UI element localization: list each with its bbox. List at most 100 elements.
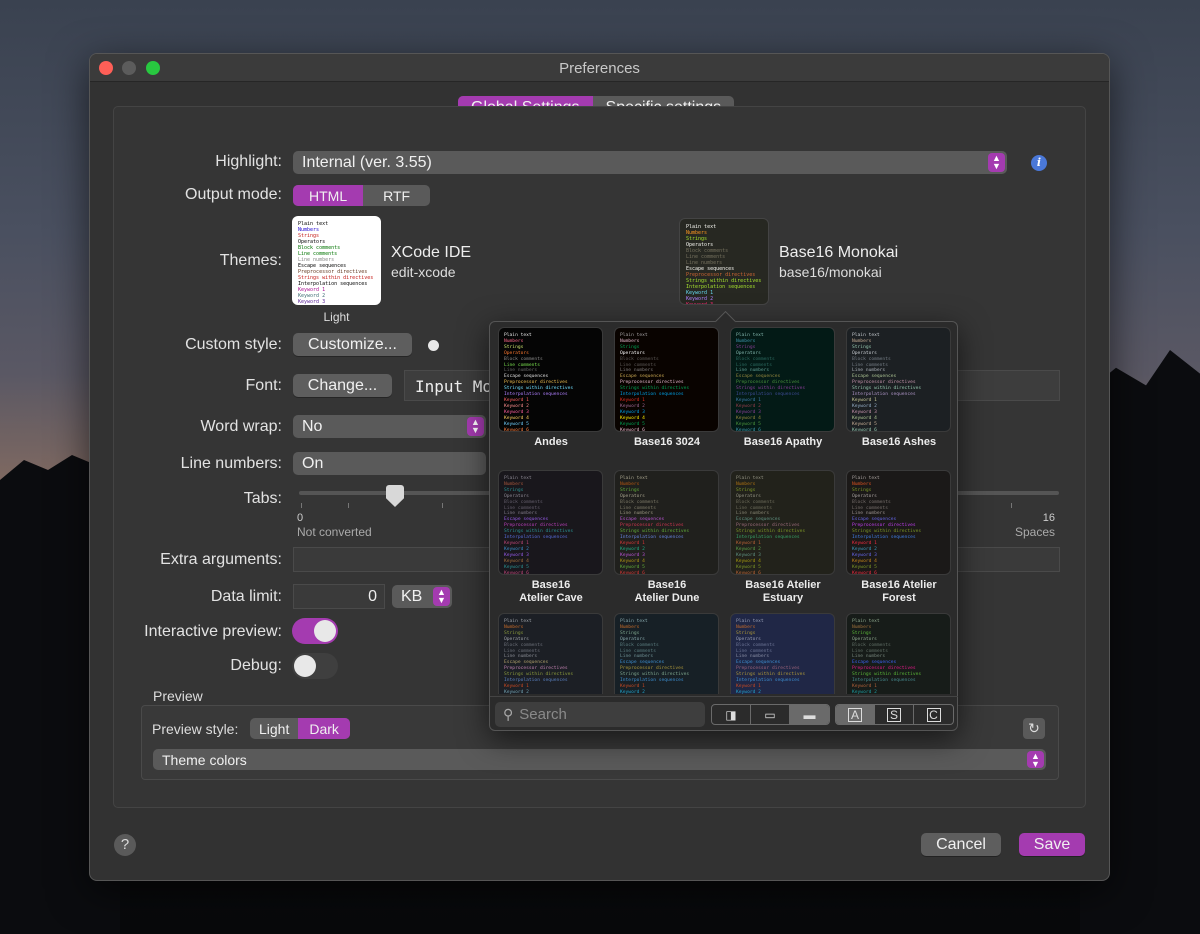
dark-theme-id: base16/monokai	[779, 264, 882, 280]
theme-gallery-thumbnail[interactable]: Plain text Numbers Strings Operators Block c…	[730, 327, 835, 432]
theme-gallery-popover: Plain text Numbers Strings Operators Block c…	[489, 321, 958, 731]
data-limit-unit-popup[interactable]: KB ▲ ▼	[392, 585, 452, 608]
popup-chevrons-icon: ▲ ▼	[467, 417, 484, 436]
theme-sample-line: Keyword 6	[852, 427, 877, 432]
data-limit-unit: KB	[401, 587, 423, 605]
interactive-preview-toggle[interactable]	[292, 618, 338, 644]
popup-chevrons-icon: ▲ ▼	[433, 587, 450, 606]
popup-chevrons-icon: ▲ ▼	[988, 153, 1005, 172]
tabs-max-value: 16	[1042, 512, 1055, 524]
preview-section-title: Preview	[153, 688, 203, 704]
data-limit-label: Data limit:	[210, 588, 282, 605]
filter-custom-icon[interactable]: C	[914, 705, 953, 724]
window-title: Preferences	[559, 60, 640, 77]
light-theme-id: edit-xcode	[391, 264, 456, 280]
output-mode-control: HTML RTF	[293, 185, 431, 206]
preview-style-label: Preview style:	[152, 721, 239, 737]
preview-style-dark[interactable]: Dark	[298, 718, 350, 739]
theme-sample-line: Keyword 6	[620, 570, 645, 575]
theme-gallery-thumbnail[interactable]: Plain text Numbers Strings Operators Block c…	[498, 613, 603, 694]
refresh-icon[interactable]: ↻	[1023, 718, 1045, 739]
change-font-button[interactable]: Change...	[293, 374, 392, 397]
slider-tick	[1011, 503, 1012, 508]
extra-arguments-label: Extra arguments:	[160, 551, 282, 568]
theme-gallery-thumbnail[interactable]: Plain text Numbers Strings Operators Block c…	[846, 470, 951, 575]
theme-sample-line: Keyword 2	[852, 689, 877, 694]
theme-gallery-name: Base16 Atelier Estuary	[745, 579, 821, 604]
custom-style-indicator	[428, 340, 439, 351]
info-icon[interactable]: i	[1031, 155, 1047, 171]
slider-tick	[301, 503, 302, 508]
theme-gallery-name: Base16 Atelier Dune	[634, 579, 700, 604]
theme-gallery-thumbnail[interactable]: Plain text Numbers Strings Operators Block c…	[614, 470, 719, 575]
theme-gallery-name: Base16 Apathy	[743, 436, 823, 448]
theme-filter-appearance: ◨ ▭ ▬	[711, 704, 830, 725]
preview-style-control: Light Dark	[250, 718, 350, 739]
theme-gallery-name: Base16 Atelier Forest	[861, 579, 937, 604]
filter-all-appearance-icon[interactable]: ◨	[712, 705, 751, 724]
theme-sample-line: Keyword 2	[736, 689, 761, 694]
theme-search-field[interactable]: ⚲ Search	[495, 702, 705, 727]
light-theme-caption: Light	[323, 310, 350, 324]
theme-gallery-thumbnail[interactable]: Plain text Numbers Strings Operators Block c…	[498, 327, 603, 432]
output-mode-rtf[interactable]: RTF	[363, 185, 430, 206]
cancel-button[interactable]: Cancel	[921, 833, 1001, 856]
search-icon: ⚲	[503, 706, 514, 722]
help-button[interactable]: ?	[114, 834, 136, 856]
slider-tick	[348, 503, 349, 508]
light-theme-name: XCode IDE	[391, 244, 472, 261]
filter-light-icon[interactable]: ▭	[751, 705, 790, 724]
theme-sample-line: Keyword 6	[852, 570, 877, 575]
theme-search-placeholder: Search	[519, 706, 567, 723]
theme-sample-line: Keyword 6	[620, 427, 645, 432]
theme-gallery-thumbnail[interactable]: Plain text Numbers Strings Operators Block c…	[614, 327, 719, 432]
toggle-knob	[314, 620, 336, 642]
theme-gallery-grid: Plain text Numbers Strings Operators Block c…	[490, 322, 958, 694]
theme-gallery-thumbnail[interactable]: Plain text Numbers Strings Operators Block c…	[498, 470, 603, 575]
output-mode-label: Output mode:	[185, 186, 282, 203]
preview-colors-popup[interactable]: Theme colors ▲ ▼	[153, 749, 1046, 770]
theme-gallery-thumbnail[interactable]: Plain text Numbers Strings Operators Block c…	[730, 470, 835, 575]
light-theme-thumbnail[interactable]: Plain text Numbers Strings Operators Block …	[292, 216, 381, 305]
theme-gallery-thumbnail[interactable]: Plain text Numbers Strings Operators Block c…	[846, 327, 951, 432]
filter-all-sources-icon[interactable]: A	[836, 705, 875, 724]
output-mode-html[interactable]: HTML	[293, 185, 364, 206]
preview-colors-value: Theme colors	[162, 751, 247, 768]
theme-sample-line: Keyword 2	[504, 689, 529, 694]
filter-dark-icon[interactable]: ▬	[790, 705, 829, 724]
theme-gallery-thumbnail[interactable]: Plain text Numbers Strings Operators Block c…	[846, 613, 951, 694]
theme-sample-line: Keyword 6	[504, 427, 529, 432]
highlight-value: Internal (ver. 3.55)	[302, 153, 432, 171]
toggle-knob	[294, 655, 316, 677]
theme-gallery-thumbnail[interactable]: Plain text Numbers Strings Operators Block c…	[614, 613, 719, 694]
highlight-label: Highlight:	[215, 153, 282, 170]
themes-label: Themes:	[219, 252, 282, 269]
save-button[interactable]: Save	[1019, 833, 1085, 856]
theme-gallery-name: Base16 3024	[633, 436, 701, 448]
debug-label: Debug:	[230, 657, 282, 674]
popup-chevrons-icon: ▲ ▼	[1027, 751, 1044, 769]
interactive-preview-label: Interactive preview:	[144, 623, 282, 640]
theme-filter-source: A S C	[835, 704, 954, 725]
line-numbers-popup[interactable]: On	[293, 452, 486, 475]
tabs-max-caption: Spaces	[1014, 525, 1055, 539]
theme-gallery-name: Base16 Atelier Cave	[519, 579, 583, 604]
theme-gallery-thumbnail[interactable]: Plain text Numbers Strings Operators Block c…	[730, 613, 835, 694]
preview-style-light[interactable]: Light	[250, 718, 298, 739]
title-bar: Preferences	[90, 54, 1109, 82]
dark-theme-name: Base16 Monokai	[779, 244, 899, 261]
theme-sample-line: Keyword 6	[736, 570, 761, 575]
data-limit-input[interactable]: 0	[293, 584, 385, 609]
line-numbers-value: On	[302, 454, 324, 472]
line-numbers-label: Line numbers:	[180, 455, 282, 472]
font-label: Font:	[245, 377, 282, 394]
dark-theme-thumbnail[interactable]: Plain text Numbers Strings Operators Block …	[679, 218, 769, 305]
filter-standard-icon[interactable]: S	[875, 705, 914, 724]
customize-button[interactable]: Customize...	[293, 333, 412, 356]
tabs-label: Tabs:	[243, 490, 282, 507]
highlight-popup[interactable]: Internal (ver. 3.55) ▲ ▼	[293, 151, 1007, 174]
word-wrap-popup[interactable]: No ▲ ▼	[293, 415, 486, 438]
theme-sample-line: Keyword 6	[736, 427, 761, 432]
debug-toggle[interactable]	[292, 653, 338, 679]
theme-sample-line: Keyword 2	[620, 689, 645, 694]
